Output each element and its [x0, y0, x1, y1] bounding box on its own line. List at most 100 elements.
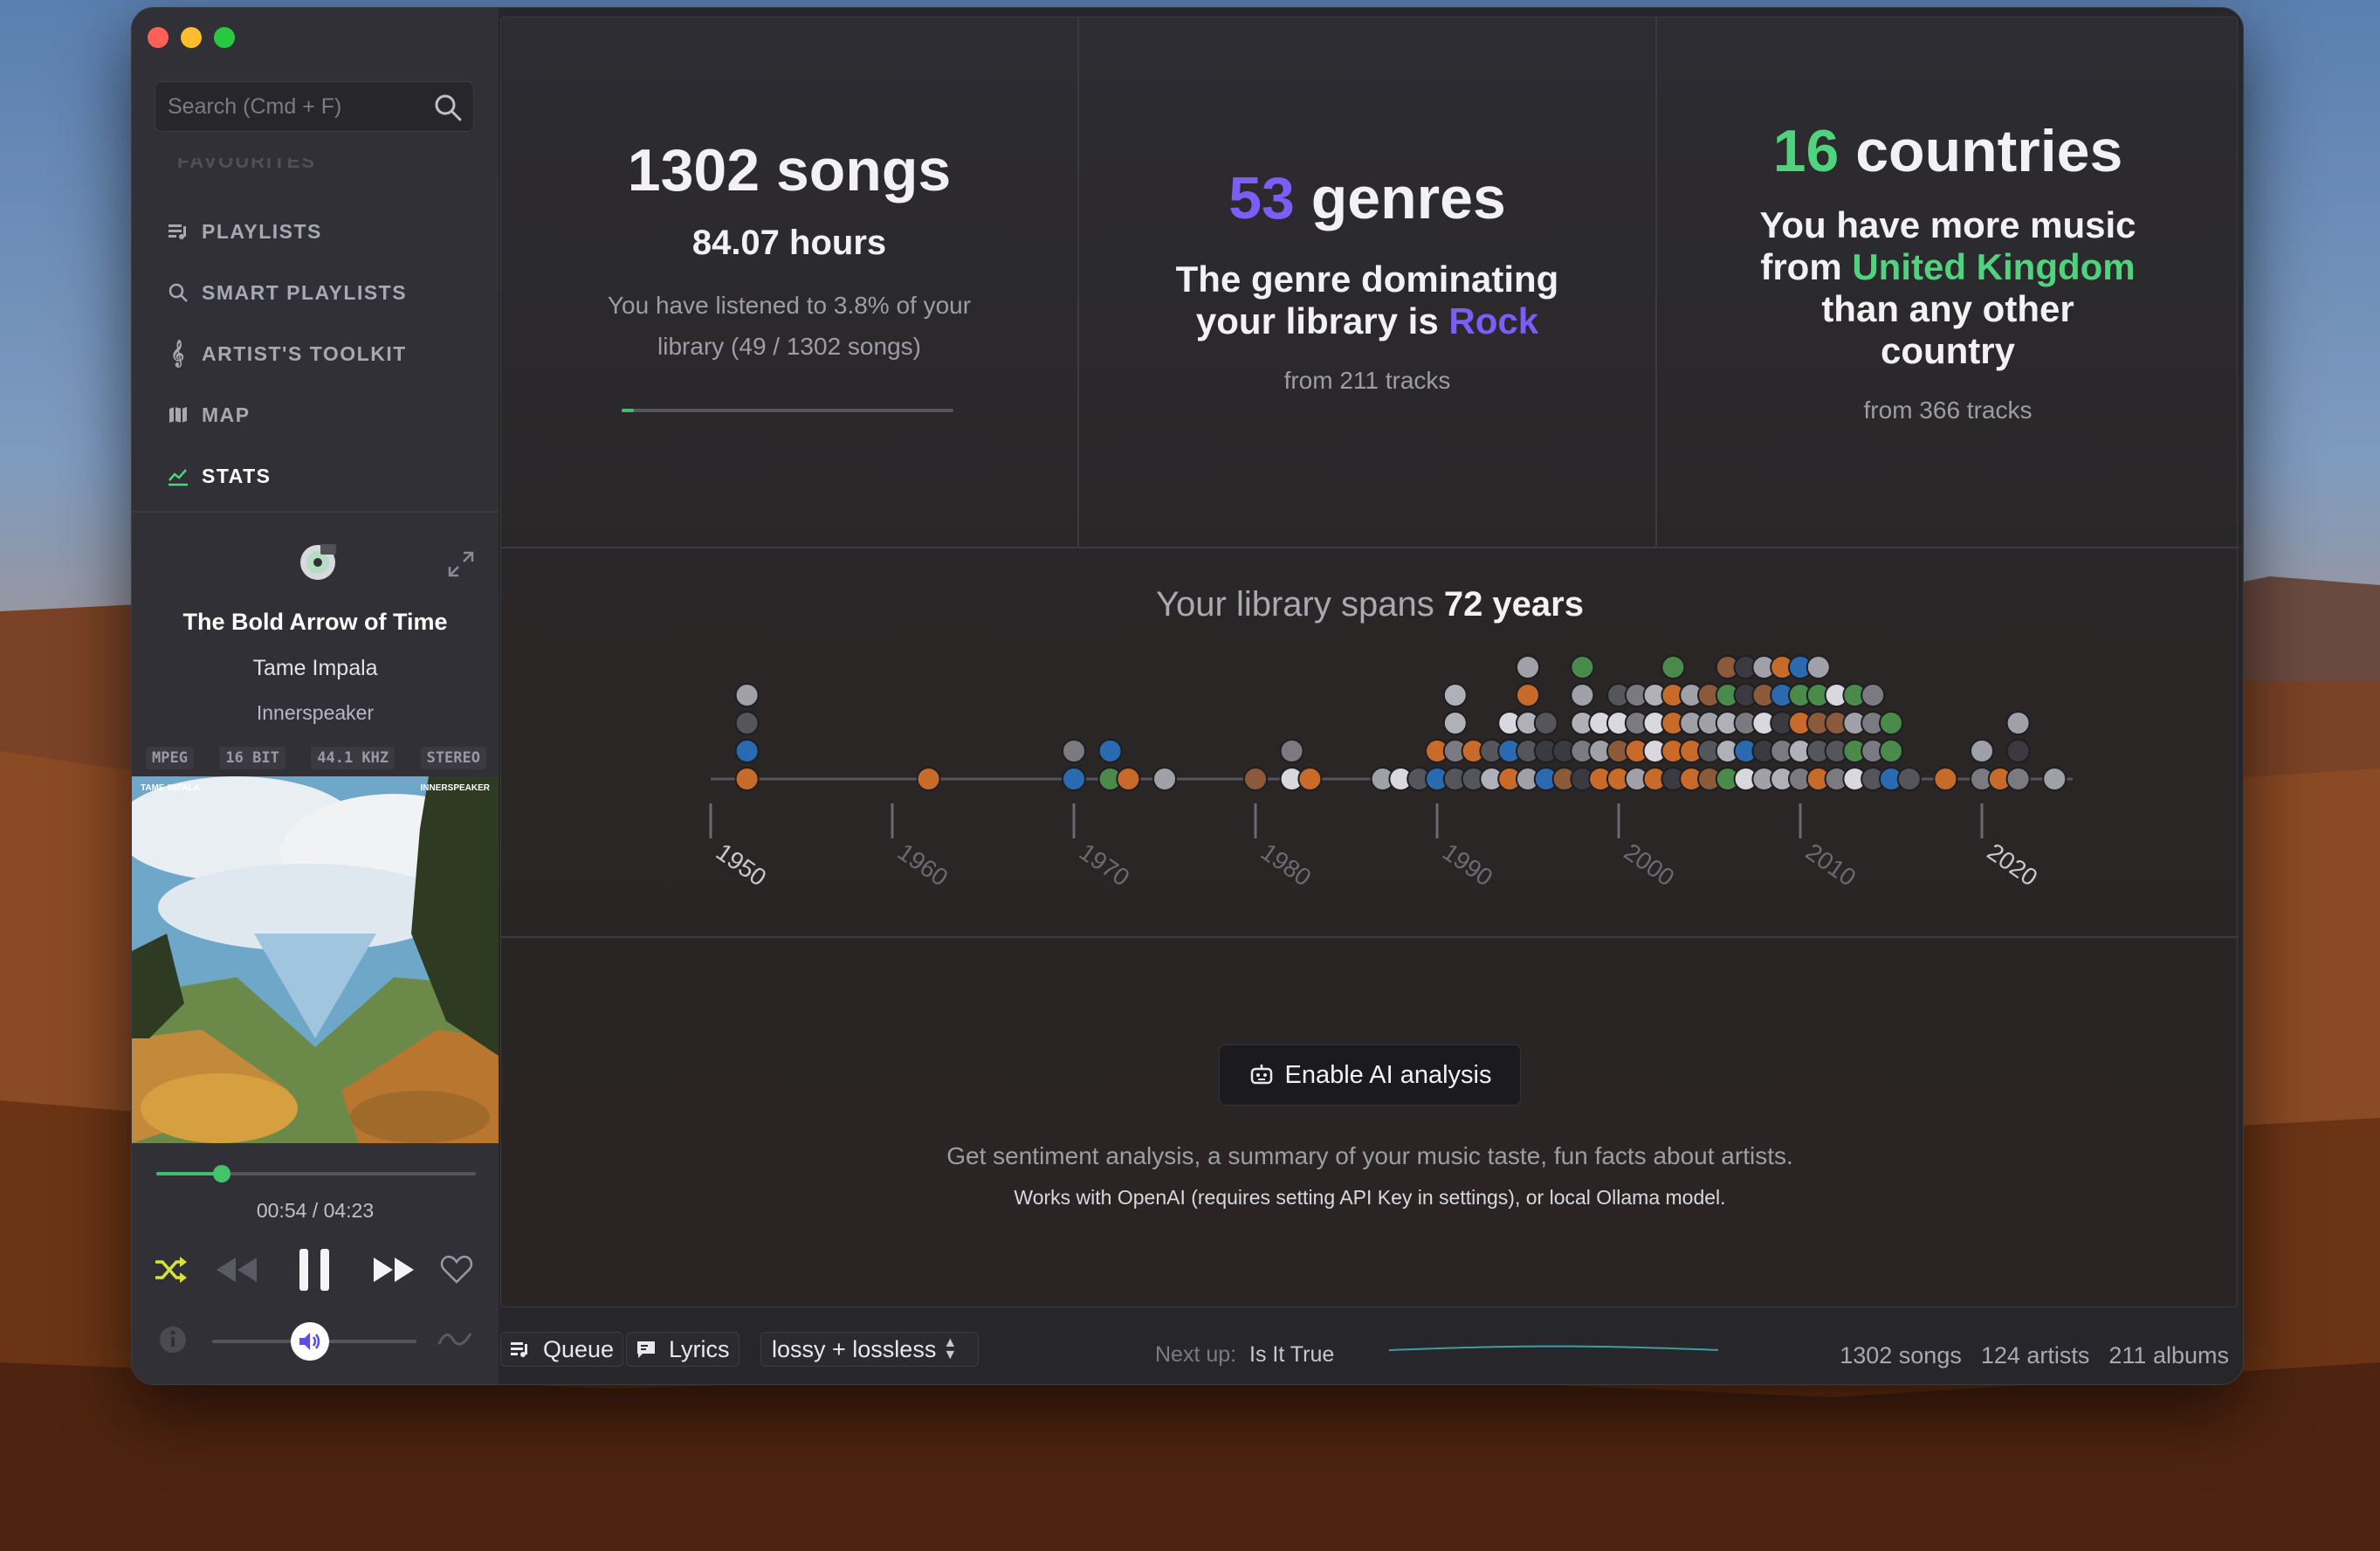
- timeline-album-dot[interactable]: [2042, 767, 2067, 791]
- timeline-tick-label: 1950: [712, 838, 772, 892]
- timeline-album-dot[interactable]: [734, 711, 760, 735]
- minimize-window-button[interactable]: [181, 27, 202, 48]
- artwork-album-text: INNERSPEAKER: [420, 783, 490, 793]
- now-playing-album[interactable]: Innerspeaker: [132, 701, 499, 725]
- timeline-album-dot[interactable]: [1806, 655, 1831, 679]
- chart-icon: [167, 465, 189, 487]
- favourite-button[interactable]: [437, 1248, 476, 1292]
- volume-slider[interactable]: [212, 1322, 416, 1361]
- waveform-toggle-icon[interactable]: [437, 1327, 472, 1353]
- country-line-1: You have more music: [1759, 204, 2136, 245]
- genre-line-2: your library is Rock: [1079, 300, 1655, 342]
- timeline-album-dot[interactable]: [1116, 767, 1141, 791]
- app-window: FAVOURITES PLAYLISTS SMART PLAYLISTS 𝄞 A…: [131, 7, 2244, 1385]
- songs-stat: 1302 songs 84.07 hours You have listened…: [501, 17, 1077, 547]
- timeline-album-dot[interactable]: [1570, 683, 1595, 707]
- timeline-album-dot[interactable]: [1896, 767, 1922, 791]
- close-window-button[interactable]: [148, 27, 169, 48]
- sidebar-item-favourites[interactable]: FAVOURITES: [177, 158, 316, 172]
- search-box: [155, 81, 474, 132]
- timeline-album-dot[interactable]: [1442, 683, 1468, 707]
- queue-icon: [510, 1338, 533, 1361]
- main-content: 1302 songs 84.07 hours You have listened…: [499, 8, 2243, 1384]
- timeline-album-dot[interactable]: [2005, 739, 2031, 763]
- playlist-icon: [167, 220, 189, 243]
- country-line-3: than any other: [1821, 288, 2074, 329]
- playback-progress-knob[interactable]: [213, 1165, 231, 1182]
- listened-line-2: library (49 / 1302 songs): [657, 333, 921, 360]
- timeline-album-dot[interactable]: [1861, 683, 1886, 707]
- bit-depth-tag: 16 BIT: [219, 747, 285, 769]
- songs-count: 1302 songs: [627, 137, 952, 203]
- next-button[interactable]: [369, 1248, 418, 1292]
- queue-label: Queue: [543, 1335, 615, 1362]
- channels-tag: STEREO: [420, 747, 486, 769]
- timeline-album-dot[interactable]: [1879, 711, 1903, 735]
- timeline-tick-label: 1960: [893, 838, 953, 892]
- album-artwork[interactable]: TAME IMPALA INNERSPEAKER: [132, 776, 499, 1143]
- dominant-country[interactable]: United Kingdom: [1852, 246, 2135, 287]
- timeline-album-dot[interactable]: [1097, 739, 1123, 763]
- timeline-album-dot[interactable]: [1152, 767, 1177, 791]
- genres-stat: 53 genres The genre dominating your libr…: [1079, 17, 1655, 547]
- timeline-album-dot[interactable]: [1933, 767, 1958, 791]
- sidebar-item-playlists[interactable]: PLAYLISTS: [167, 214, 322, 249]
- sidebar-item-stats[interactable]: STATS: [167, 458, 271, 493]
- listened-progress-fill: [622, 409, 635, 412]
- timeline-album-dot[interactable]: [916, 767, 941, 791]
- next-up-title[interactable]: Is It True: [1249, 1342, 1334, 1368]
- timeline-album-dot[interactable]: [1297, 767, 1323, 791]
- shuffle-button[interactable]: [153, 1248, 189, 1292]
- timeline-album-dot[interactable]: [1570, 655, 1595, 679]
- dominant-genre[interactable]: Rock: [1448, 300, 1538, 341]
- genre-line-2-prefix: your library is: [1195, 300, 1449, 341]
- volume-knob[interactable]: [291, 1322, 330, 1361]
- playback-progress-slider[interactable]: [156, 1165, 476, 1182]
- zoom-window-button[interactable]: [214, 27, 235, 48]
- enable-ai-analysis-label: Enable AI analysis: [1284, 1060, 1492, 1089]
- timeline-album-dot[interactable]: [2005, 711, 2031, 735]
- timeline-album-dot[interactable]: [734, 683, 760, 707]
- previous-button[interactable]: [212, 1248, 261, 1292]
- timeline-album-dot[interactable]: [1533, 711, 1558, 735]
- sidebar-divider: [132, 511, 499, 513]
- enable-ai-analysis-button[interactable]: Enable AI analysis: [1219, 1044, 1521, 1106]
- timeline-album-dot[interactable]: [1661, 655, 1686, 679]
- timeline-album-dot[interactable]: [734, 739, 760, 763]
- release-year-timeline: 1950 1960 1970 1980 1990 2000 2010 2020: [709, 655, 2073, 892]
- artwork-artist-text: TAME IMPALA: [141, 783, 200, 793]
- treble-clef-icon: 𝄞: [170, 340, 186, 367]
- timeline-album-dot[interactable]: [1516, 655, 1540, 679]
- timeline-album-dot[interactable]: [1442, 711, 1468, 735]
- library-span-value: 72 years: [1443, 585, 1584, 624]
- timeline-album-dot[interactable]: [1062, 767, 1086, 791]
- timeline-album-dot[interactable]: [1516, 683, 1540, 707]
- lyrics-button[interactable]: Lyrics: [626, 1332, 739, 1367]
- now-playing-title: The Bold Arrow of Time: [182, 609, 448, 635]
- queue-button[interactable]: Queue: [500, 1332, 624, 1367]
- timeline-album-dot[interactable]: [734, 767, 760, 791]
- sidebar-item-artists-toolkit[interactable]: 𝄞 ARTIST'S TOOLKIT: [167, 336, 407, 371]
- now-playing-artist[interactable]: Tame Impala: [132, 656, 499, 681]
- library-counts: 1302 songs 124 artists 211 albums: [1840, 1342, 2229, 1369]
- sidebar-item-smart-playlists[interactable]: SMART PLAYLISTS: [167, 275, 407, 310]
- listened-line-1: You have listened to 3.8% of your: [607, 292, 972, 319]
- section-divider: [501, 936, 2239, 938]
- timeline-album-dot[interactable]: [1243, 767, 1268, 791]
- pause-button[interactable]: [292, 1248, 338, 1292]
- timeline-album-dot[interactable]: [2005, 767, 2031, 791]
- fast-forward-icon: [374, 1258, 414, 1282]
- timeline-album-dot[interactable]: [1970, 739, 1994, 763]
- playback-progress-fill: [156, 1172, 223, 1175]
- search-icon[interactable]: [433, 93, 463, 122]
- info-icon[interactable]: [158, 1325, 188, 1355]
- expand-icon[interactable]: [446, 549, 476, 579]
- search-input[interactable]: [155, 82, 426, 131]
- timeline-album-dot[interactable]: [1879, 739, 1903, 763]
- rewind-icon: [217, 1258, 257, 1282]
- timeline-album-dot[interactable]: [1279, 739, 1304, 763]
- timeline-album-dot[interactable]: [1062, 739, 1086, 763]
- genre-track-count: from 211 tracks: [1283, 367, 1451, 394]
- quality-filter-select[interactable]: lossy + lossless ▲ ▼: [760, 1332, 979, 1367]
- sidebar-item-map[interactable]: MAP: [167, 397, 251, 432]
